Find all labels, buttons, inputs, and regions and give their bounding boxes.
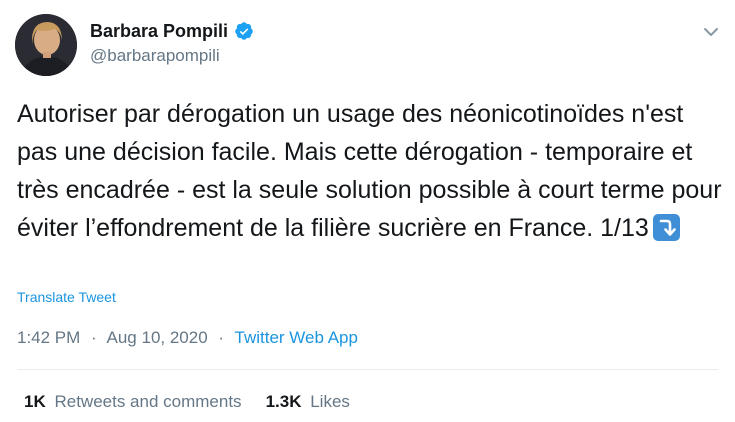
author-name[interactable]: Barbara Pompili <box>90 20 228 42</box>
author-handle[interactable]: @barbarapompili <box>90 45 220 67</box>
retweets-count: 1K <box>24 392 46 411</box>
chevron-down-icon[interactable] <box>701 22 721 42</box>
tweet-date[interactable]: Aug 10, 2020 <box>107 328 208 347</box>
retweets-label: Retweets and comments <box>54 392 242 411</box>
tweet-card: Barbara Pompili @barbarapompili Autorise… <box>0 0 735 422</box>
retweets-stat[interactable]: 1K Retweets and comments <box>24 391 242 413</box>
avatar[interactable] <box>15 14 77 76</box>
stats-divider <box>17 369 718 370</box>
likes-stat[interactable]: 1.3K Likes <box>266 391 350 413</box>
meta-separator: · <box>91 328 97 347</box>
tweet-text-container: Autoriser par dérogation un usage des né… <box>17 95 722 247</box>
tweet-stats: 1K Retweets and comments 1.3K Likes <box>24 391 350 413</box>
tweet-source-link[interactable]: Twitter Web App <box>235 328 358 347</box>
author-name-row: Barbara Pompili <box>90 20 254 42</box>
tweet-text: Autoriser par dérogation un usage des né… <box>17 100 722 242</box>
likes-count: 1.3K <box>265 392 302 411</box>
verified-badge-icon <box>234 21 254 41</box>
tweet-meta: 1:42 PM · Aug 10, 2020 · Twitter Web App <box>17 327 358 349</box>
arrow-curve-down-icon <box>652 214 680 241</box>
tweet-time[interactable]: 1:42 PM <box>17 328 80 347</box>
meta-separator: · <box>218 328 225 347</box>
likes-label: Likes <box>310 392 350 411</box>
translate-tweet-link[interactable]: Translate Tweet <box>17 289 116 305</box>
